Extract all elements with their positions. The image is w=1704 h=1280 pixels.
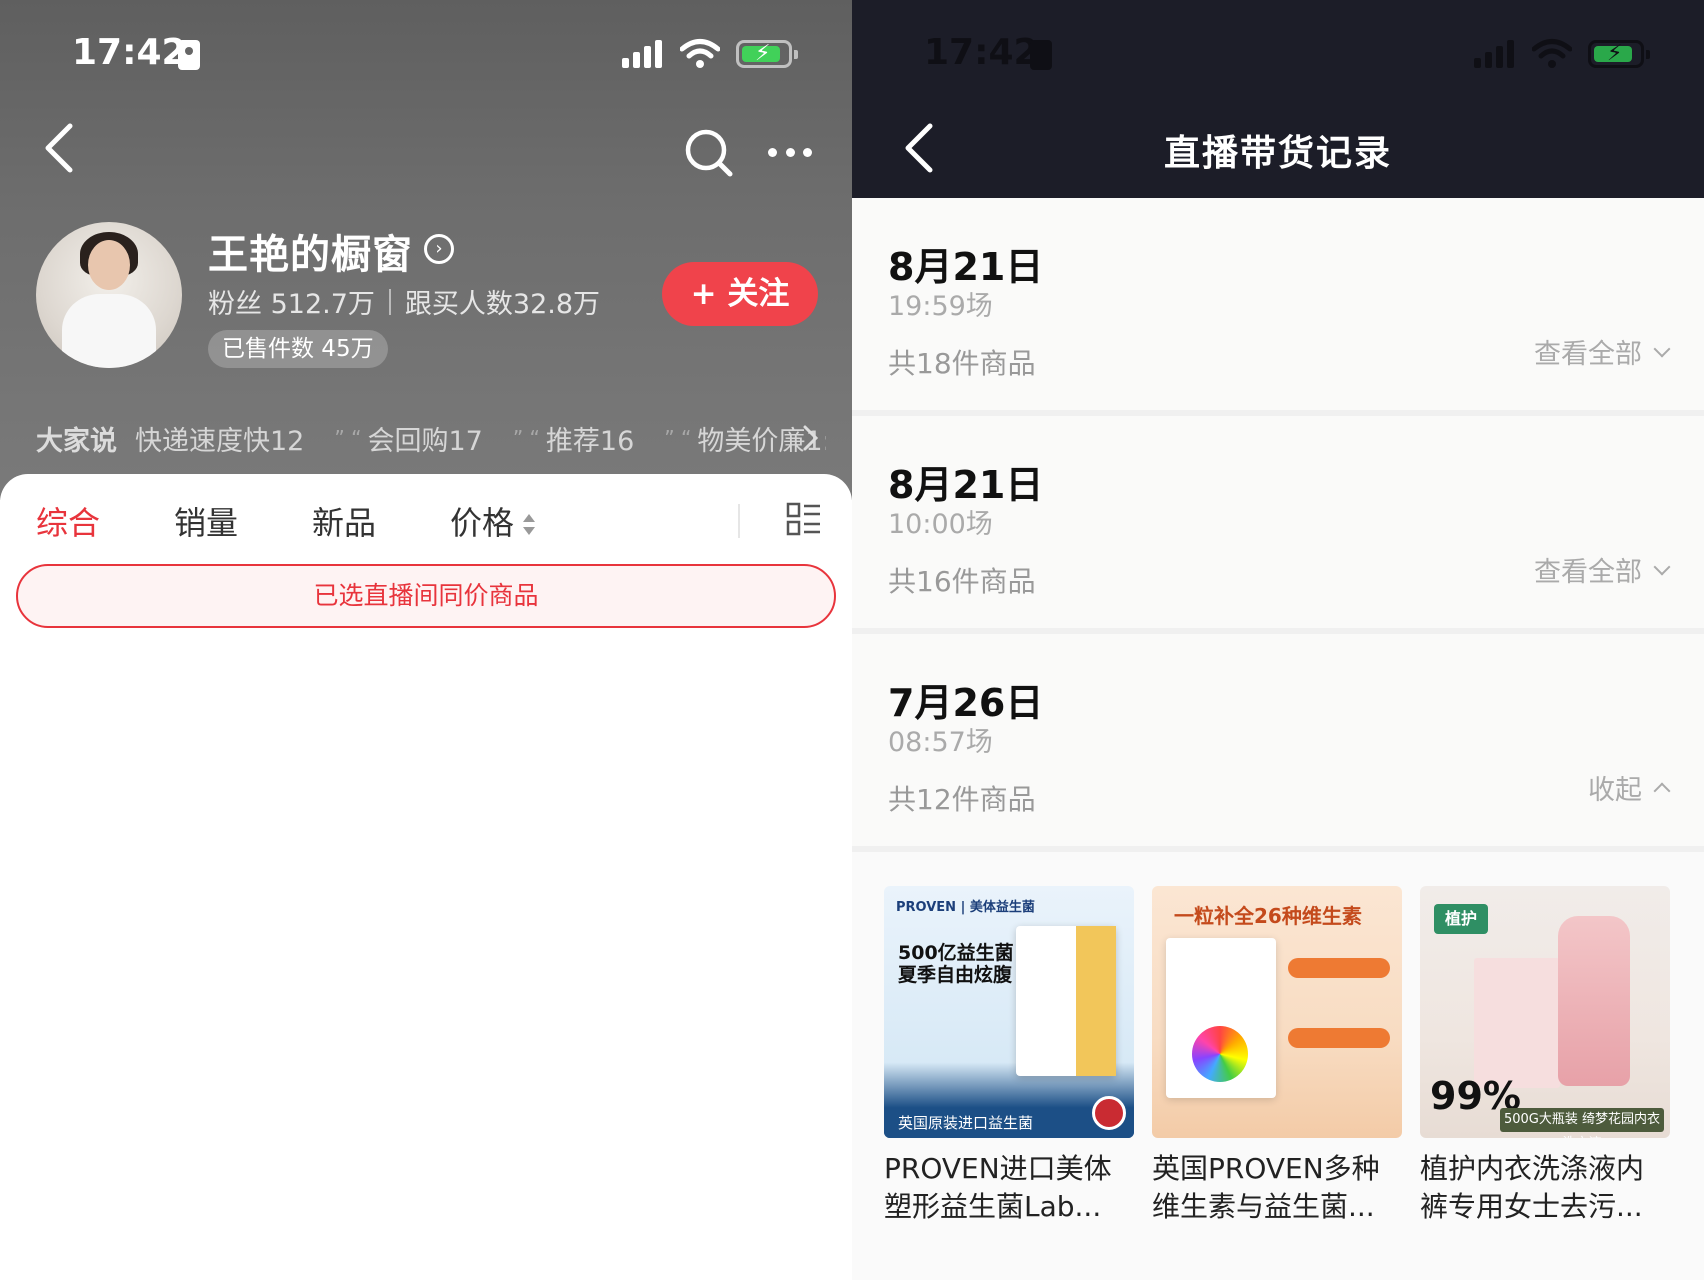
product-image-headline: 500亿益生菌 夏季自由炫腹	[898, 942, 1014, 986]
more-options-icon[interactable]	[768, 148, 812, 160]
product-image[interactable]: PROVEN | 美体益生菌 500亿益生菌 夏季自由炫腹 英国原装进口益生菌	[884, 886, 1134, 1138]
view-all-label: 查看全部	[1534, 557, 1642, 588]
sort-arrows-icon	[522, 512, 536, 538]
battery-icon: ⚡	[736, 40, 798, 68]
divider	[388, 288, 391, 315]
divider	[738, 504, 740, 538]
product-card[interactable]: 一粒补全26种维生素 英国PROVEN多种维生素与益生菌...	[1152, 886, 1402, 1226]
comment-tag: 会回购17	[367, 425, 483, 457]
back-arrow-icon[interactable]	[40, 122, 80, 174]
view-all-button[interactable]: 查看全部	[1534, 550, 1671, 589]
session-time: 08:57场	[888, 727, 993, 758]
live-session[interactable]: 8月21日 19:59场 共18件商品 查看全部	[852, 198, 1704, 410]
shop-name[interactable]: 王艳的橱窗	[208, 222, 413, 280]
product-image-brand: PROVEN | 美体益生菌	[896, 900, 1035, 915]
collapse-label: 收起	[1588, 775, 1642, 806]
session-time: 19:59场	[888, 291, 993, 322]
shop-window-screen: 17:42 ⚡ 王艳的橱窗 › 粉丝 512.7万 跟买人数32.8万 已售件数…	[0, 0, 852, 1280]
vitamin-sphere-graphic	[1192, 1026, 1248, 1082]
product-card[interactable]: PROVEN | 美体益生菌 500亿益生菌 夏季自由炫腹 英国原装进口益生菌 …	[884, 886, 1134, 1226]
cellular-signal-icon	[622, 40, 662, 68]
view-all-label: 查看全部	[1534, 339, 1642, 370]
product-image-headline: 一粒补全26种维生素	[1174, 904, 1362, 928]
battery-icon: ⚡	[1588, 40, 1650, 68]
chevron-down-icon	[1653, 558, 1671, 575]
page-title: 直播带货记录	[1163, 133, 1392, 174]
view-all-button[interactable]: 查看全部	[1534, 332, 1671, 371]
product-list-panel: 综合 销量 新品 价格 已选直播间同价商品	[0, 474, 852, 1280]
collapse-button[interactable]: 收起	[1588, 768, 1671, 807]
product-grid: PROVEN | 美体益生菌 500亿益生菌 夏季自由炫腹 英国原装进口益生菌 …	[884, 886, 1680, 1236]
shop-header: 17:42 ⚡ 王艳的橱窗 › 粉丝 512.7万 跟买人数32.8万 已售件数…	[0, 0, 852, 500]
product-box	[1474, 958, 1560, 1088]
session-date: 7月26日	[888, 681, 1044, 725]
follow-button[interactable]: + 关注	[662, 262, 818, 326]
wifi-icon	[1532, 39, 1572, 68]
product-feature-tag	[1288, 958, 1390, 978]
product-name[interactable]: PROVEN进口美体塑形益生菌Lab...	[884, 1150, 1134, 1226]
comment-tag: 推荐16	[545, 425, 635, 457]
product-name[interactable]: 英国PROVEN多种维生素与益生菌...	[1152, 1150, 1402, 1226]
chevron-down-icon	[1653, 340, 1671, 357]
chevron-up-icon	[1653, 782, 1671, 799]
tab-price-label: 价格	[450, 504, 515, 542]
product-card[interactable]: 植护 99% 500G大瓶装 绮梦花园内衣洗衣液 植护内衣洗涤液内裤专用女士去污…	[1420, 886, 1670, 1226]
product-feature-tag	[1288, 1028, 1390, 1048]
avatar[interactable]	[36, 222, 182, 368]
live-records-screen: 17:42 ⚡ 直播带货记录 8月21日 19:59场 共18件商品 查看全部	[852, 0, 1704, 1280]
session-time: 10:00场	[888, 509, 993, 540]
session-count: 共12件商品	[888, 783, 1036, 816]
product-image[interactable]: 植护 99% 500G大瓶装 绮梦花园内衣洗衣液	[1420, 886, 1670, 1138]
fans-count: 粉丝 512.7万	[208, 289, 375, 320]
search-icon[interactable]	[684, 128, 734, 178]
shop-stats: 粉丝 512.7万 跟买人数32.8万	[208, 282, 600, 321]
quote-icon: ” “	[512, 426, 540, 450]
comments-label: 大家说	[36, 425, 117, 457]
product-image-footer: 500G大瓶装 绮梦花园内衣洗衣液	[1500, 1108, 1664, 1138]
product-bottle	[1558, 916, 1630, 1086]
tab-sales[interactable]: 销量	[174, 498, 238, 544]
tab-comprehensive[interactable]: 综合	[36, 498, 100, 544]
divider	[852, 846, 1704, 852]
status-time: 17:42	[924, 32, 1039, 73]
cellular-signal-icon	[1474, 40, 1514, 68]
sold-count-badge: 已售件数 45万	[208, 330, 388, 368]
id-card-icon	[1030, 40, 1052, 70]
tab-new[interactable]: 新品	[312, 498, 376, 544]
live-session[interactable]: 8月21日 10:00场 共16件商品 查看全部	[852, 416, 1704, 628]
product-image[interactable]: 一粒补全26种维生素	[1152, 886, 1402, 1138]
comments-row[interactable]: 大家说 快递速度快12 ” “ 会回购17 ” “ 推荐16 ” “ 物美价廉1…	[36, 418, 826, 458]
id-card-icon	[178, 40, 200, 70]
session-count: 共16件商品	[888, 565, 1036, 598]
session-date: 8月21日	[888, 245, 1044, 289]
chevron-right-icon[interactable]: ›	[424, 234, 454, 264]
session-date: 8月21日	[888, 463, 1044, 507]
sort-tabs: 综合 销量 新品 价格	[36, 498, 610, 544]
live-session[interactable]: 7月26日 08:57场 共12件商品 收起	[852, 634, 1704, 846]
list-layout-icon[interactable]	[786, 502, 822, 536]
quote-icon: ” “	[664, 426, 692, 450]
wifi-icon	[680, 39, 720, 68]
comment-tag: 快递速度快12	[135, 425, 305, 457]
live-price-filter[interactable]: 已选直播间同价商品	[16, 564, 836, 628]
product-box	[1016, 926, 1116, 1076]
tab-price[interactable]: 价格	[450, 498, 536, 544]
product-name[interactable]: 植护内衣洗涤液内裤专用女士去污...	[1420, 1150, 1670, 1226]
session-count: 共18件商品	[888, 347, 1036, 380]
nav-header: 17:42 ⚡ 直播带货记录	[852, 0, 1704, 198]
uk-flag-icon	[1092, 1096, 1126, 1130]
chevron-right-icon[interactable]	[800, 422, 822, 454]
followers-buy-count: 跟买人数32.8万	[404, 289, 601, 320]
status-time: 17:42	[72, 32, 187, 73]
brand-badge: 植护	[1434, 904, 1488, 934]
quote-icon: ” “	[334, 426, 362, 450]
